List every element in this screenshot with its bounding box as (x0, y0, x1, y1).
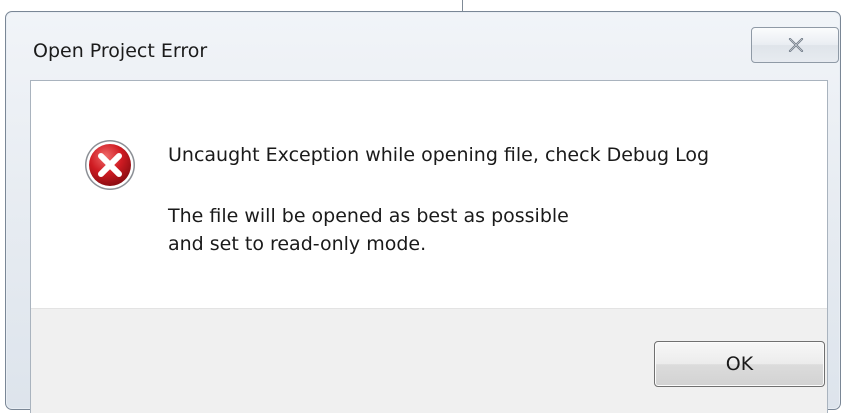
error-message: Uncaught Exception while opening file, c… (168, 144, 710, 166)
close-icon (788, 38, 804, 52)
detail-line-2: and set to read-only mode. (168, 233, 427, 255)
error-detail: The file will be opened as best as possi… (168, 202, 569, 258)
ok-button[interactable]: OK (654, 341, 825, 387)
screen: Open Project Error Uncaught Exception wh… (0, 0, 844, 413)
dialog-window: Open Project Error Uncaught Exception wh… (5, 11, 841, 413)
detail-line-1: The file will be opened as best as possi… (168, 205, 569, 227)
dialog-content: Uncaught Exception while opening file, c… (30, 80, 828, 413)
error-icon (85, 140, 135, 190)
dialog-title: Open Project Error (33, 40, 208, 62)
button-bar: OK (31, 308, 827, 413)
close-button[interactable] (751, 27, 839, 63)
